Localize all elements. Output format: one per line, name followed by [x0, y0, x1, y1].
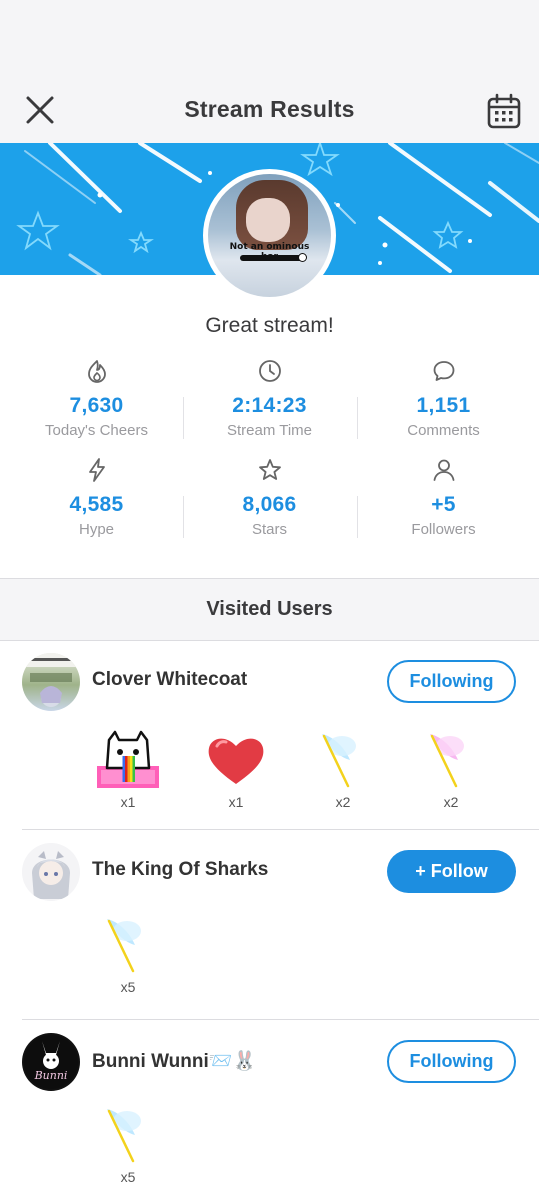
flame-icon [87, 360, 106, 383]
stat-comments: 1,151 Comments [357, 358, 530, 439]
streamer-avatar-image: Not an ominous bar [208, 174, 331, 297]
gift-item: x2 [415, 730, 487, 810]
gift-count: x1 [228, 794, 244, 810]
blue-feather-icon [107, 919, 141, 973]
stat-value: 1,151 [416, 394, 471, 417]
gift-count: x2 [335, 794, 351, 810]
avatar[interactable] [22, 653, 80, 711]
follow-button[interactable]: + Follow [387, 850, 516, 893]
stat-label: Today's Cheers [45, 422, 148, 439]
user-name[interactable]: Clover Whitecoat [92, 669, 247, 691]
row-divider [22, 1019, 539, 1020]
status-bar-area [0, 0, 539, 72]
stat-label: Followers [411, 521, 476, 538]
gift-count: x2 [443, 794, 459, 810]
avatar-image [32, 851, 70, 899]
lightning-icon [88, 458, 105, 482]
comment-icon [433, 361, 454, 381]
page-title: Stream Results [184, 96, 355, 122]
stat-hype: 4,585 Hype [10, 457, 183, 538]
following-button[interactable]: Following [387, 1040, 516, 1083]
stat-value: 7,630 [69, 394, 124, 417]
user-name[interactable]: The King Of Sharks [92, 859, 268, 881]
avatar-image: Bunni [24, 1035, 78, 1089]
gift-count: x5 [120, 1169, 136, 1185]
gift-item: x2 [307, 730, 379, 810]
blue-feather-icon [107, 1109, 141, 1163]
person-icon [433, 459, 454, 481]
stat-value: 4,585 [69, 493, 124, 516]
gift-item: x5 [92, 915, 164, 995]
avatar-face [246, 198, 290, 242]
stat-stream-time: 2:14:23 Stream Time [183, 358, 356, 439]
summary-message: Great stream! [205, 314, 334, 337]
star-icon [258, 459, 281, 480]
section-title: Visited Users [206, 598, 333, 620]
following-button[interactable]: Following [387, 660, 516, 703]
clock-icon [258, 360, 281, 382]
avatar[interactable] [22, 843, 80, 901]
streamer-avatar: Not an ominous bar [203, 169, 336, 302]
svg-text:Bunni: Bunni [34, 1069, 68, 1082]
calendar-icon[interactable] [485, 92, 523, 130]
stat-label: Stars [251, 521, 287, 538]
gift-item: x5 [92, 1105, 164, 1185]
stat-label: Comments [407, 422, 480, 439]
stat-label: Hype [78, 521, 115, 538]
header: Stream Results [0, 72, 539, 143]
stat-label: Stream Time [226, 422, 313, 439]
gift-item: x1 [200, 730, 272, 810]
avatar[interactable]: Bunni [22, 1033, 80, 1091]
stat-stars: 8,066 Stars [183, 457, 356, 538]
rainbow-cat-icon [97, 730, 159, 788]
gift-item: x1 [92, 730, 164, 810]
gift-count: x1 [120, 794, 136, 810]
visited-users-header: Visited Users [0, 578, 539, 641]
stat-value: 8,066 [242, 493, 297, 516]
stat-value: +5 [431, 493, 456, 516]
avatar-image [22, 653, 80, 707]
user-name[interactable]: Bunni Wunni📨🐰 [92, 1049, 256, 1073]
row-divider [22, 829, 539, 830]
blue-feather-icon [322, 734, 356, 788]
avatar-bar-knob [298, 253, 307, 262]
pink-feather-icon [430, 734, 464, 788]
stat-value: 2:14:23 [232, 394, 307, 417]
stat-followers: +5 Followers [357, 457, 530, 538]
avatar-bar [240, 255, 304, 261]
gift-count: x5 [120, 979, 136, 995]
heart-icon [208, 738, 264, 784]
stat-cheers: 7,630 Today's Cheers [10, 358, 183, 439]
